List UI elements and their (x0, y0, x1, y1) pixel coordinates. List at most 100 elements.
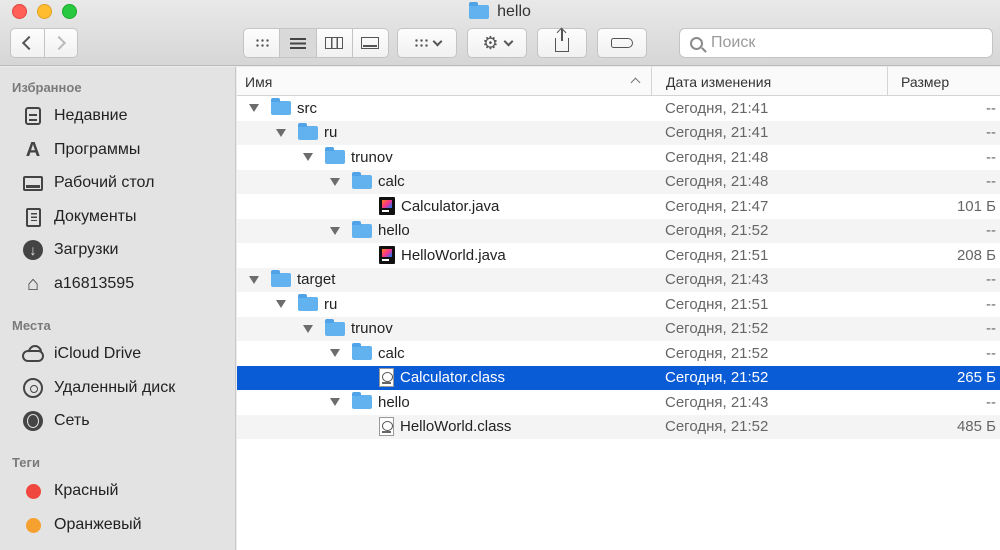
sidebar-item-icloud[interactable]: iCloud Drive (22, 341, 232, 367)
name-cell: calc (330, 170, 405, 195)
sidebar: Избранное Недавние A Программы Рабочий с… (0, 67, 236, 550)
sidebar-item-network[interactable]: Сеть (22, 408, 232, 434)
file-size: 485 Б (956, 418, 996, 436)
share-button[interactable] (537, 28, 587, 58)
sidebar-item-remote-disc[interactable]: Удаленный диск (22, 375, 232, 401)
network-icon (22, 410, 44, 432)
sort-ascending-icon (630, 77, 641, 88)
file-row[interactable]: trunov Сегодня, 21:48 -- (237, 145, 1000, 170)
column-header-label: Размер (901, 73, 950, 90)
edit-tags-button[interactable] (597, 28, 647, 58)
back-button[interactable] (11, 29, 44, 57)
sidebar-item-tag-orange[interactable]: Оранжевый (22, 512, 232, 538)
file-row[interactable]: ru Сегодня, 21:41 -- (237, 120, 1000, 145)
desktop-icon (22, 172, 44, 194)
file-name: trunov (351, 148, 393, 166)
recents-icon (22, 105, 44, 127)
sidebar-item-downloads[interactable]: ↓ Загрузки (22, 237, 232, 263)
file-row[interactable]: trunov Сегодня, 21:52 -- (237, 316, 1000, 342)
column-header-label: Имя (245, 73, 273, 90)
disclosure-triangle-icon[interactable] (276, 128, 286, 137)
date-modified: Сегодня, 21:48 (665, 148, 769, 166)
column-header-name[interactable]: Имя (237, 67, 652, 96)
disclosure-triangle-icon[interactable] (276, 300, 286, 309)
name-cell: trunov (303, 317, 393, 342)
sidebar-item-label: Загрузки (54, 241, 119, 258)
date-modified: Сегодня, 21:47 (665, 197, 769, 215)
sidebar-section-tags: Теги (12, 455, 40, 470)
disclosure-triangle-icon[interactable] (303, 324, 313, 333)
sidebar-item-desktop[interactable]: Рабочий стол (22, 170, 232, 196)
search-icon (690, 36, 703, 50)
icloud-icon (22, 343, 44, 365)
sidebar-item-recents[interactable]: Недавние (22, 103, 232, 129)
disclosure-triangle-icon[interactable] (330, 349, 340, 358)
file-row[interactable]: hello Сегодня, 21:43 -- (237, 390, 1000, 415)
column-header-size[interactable]: Размер (888, 67, 1000, 96)
file-row[interactable]: calc Сегодня, 21:52 -- (237, 341, 1000, 366)
folder-icon (325, 147, 345, 165)
file-name: target (297, 271, 336, 289)
remote-disc-icon (22, 377, 44, 399)
file-row[interactable]: ru Сегодня, 21:51 -- (237, 292, 1000, 317)
disclosure-triangle-icon[interactable] (330, 226, 340, 235)
disclosure-triangle-icon[interactable] (303, 153, 313, 162)
folder-icon (298, 122, 318, 140)
file-row[interactable]: target Сегодня, 21:43 -- (237, 267, 1000, 292)
sidebar-item-documents[interactable]: Документы (22, 204, 232, 230)
columns-icon (325, 37, 344, 49)
window-title: hello (0, 0, 1000, 24)
red-tag-dot-icon (26, 483, 41, 499)
folder-icon (271, 98, 291, 116)
sidebar-item-label: a16813595 (54, 275, 135, 292)
sidebar-item-applications[interactable]: A Программы (22, 137, 232, 163)
file-size: -- (986, 222, 996, 240)
arrange-menu-button[interactable] (397, 28, 457, 58)
file-row[interactable]: Calculator.class Сегодня, 21:52 265 Б (237, 365, 1000, 390)
file-size: 265 Б (956, 369, 996, 387)
column-view-button[interactable] (315, 29, 352, 57)
column-header-date[interactable]: Дата изменения (652, 67, 888, 96)
gallery-view-button[interactable] (351, 29, 388, 57)
action-menu-button[interactable]: ⚙ (467, 28, 527, 58)
file-row[interactable]: Calculator.java Сегодня, 21:47 101 Б (237, 194, 1000, 219)
disclosure-triangle-icon[interactable] (330, 398, 340, 407)
date-modified: Сегодня, 21:52 (665, 418, 769, 436)
name-cell: ru (276, 292, 337, 317)
downloads-icon: ↓ (22, 239, 44, 261)
file-row[interactable]: HelloWorld.java Сегодня, 21:51 208 Б (237, 243, 1000, 268)
disclosure-triangle-icon[interactable] (330, 177, 340, 186)
sidebar-item-home[interactable]: ⌂ a16813595 (22, 271, 232, 297)
file-size: -- (986, 173, 996, 191)
search-field[interactable] (679, 28, 993, 58)
file-size: -- (986, 124, 996, 142)
file-size: -- (986, 99, 996, 117)
search-input[interactable] (711, 34, 971, 52)
file-name: src (297, 99, 317, 117)
share-icon (555, 29, 569, 52)
file-size: 101 Б (956, 197, 996, 215)
chevron-down-icon (503, 36, 514, 46)
chevron-down-icon (432, 36, 442, 46)
chevron-right-icon (51, 35, 66, 51)
navigation-buttons (10, 28, 78, 58)
list-view-button[interactable] (279, 29, 316, 57)
sidebar-item-label: Программы (54, 141, 141, 158)
sidebar-section-locations: Места (12, 318, 51, 333)
file-row[interactable]: src Сегодня, 21:41 -- (237, 96, 1000, 121)
name-cell: src (249, 96, 317, 121)
file-size: -- (986, 320, 996, 338)
disclosure-triangle-icon[interactable] (249, 104, 259, 113)
chevron-left-icon (22, 35, 37, 51)
class-file-icon (379, 368, 394, 388)
sidebar-item-tag-red[interactable]: Красный (22, 478, 232, 504)
date-modified: Сегодня, 21:52 (665, 320, 769, 338)
forward-button[interactable] (43, 29, 78, 57)
window-toolbar: hello ⚙ (0, 0, 1000, 66)
file-row[interactable]: calc Сегодня, 21:48 -- (237, 169, 1000, 195)
name-cell: hello (330, 390, 410, 415)
icon-view-button[interactable] (244, 29, 279, 57)
file-row[interactable]: HelloWorld.class Сегодня, 21:52 485 Б (237, 414, 1000, 439)
file-row[interactable]: hello Сегодня, 21:52 -- (237, 218, 1000, 243)
disclosure-triangle-icon[interactable] (249, 275, 259, 284)
